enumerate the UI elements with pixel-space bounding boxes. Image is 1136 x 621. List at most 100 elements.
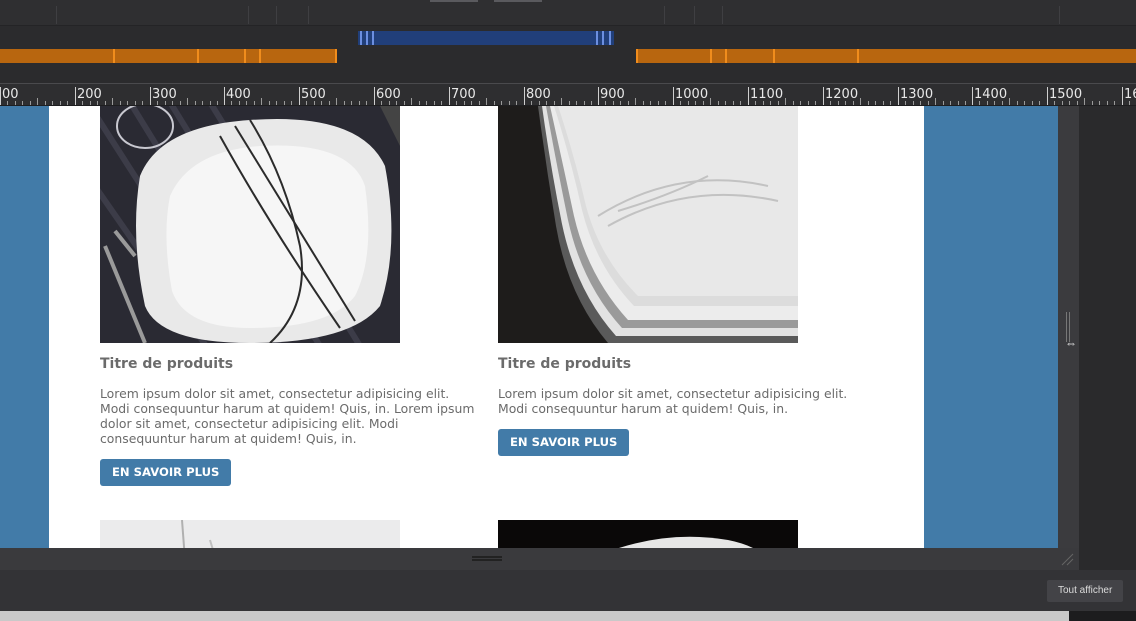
- ruler-minor-tick: [725, 101, 726, 105]
- corner-resize-icon[interactable]: [1060, 552, 1074, 566]
- breakpoint-bar: [0, 26, 1136, 83]
- ruler-minor-tick: [411, 98, 412, 105]
- breakpoint-marker[interactable]: [335, 49, 337, 63]
- top-tab-marker[interactable]: [494, 0, 542, 2]
- ruler-minor-tick: [815, 101, 816, 105]
- show-all-button[interactable]: Tout afficher: [1047, 580, 1124, 602]
- ruler-minor-tick: [195, 101, 196, 105]
- product-card: Titre de produits Lorem ipsum dolor sit …: [498, 106, 874, 456]
- ruler-minor-tick: [920, 101, 921, 105]
- ruler-minor-tick: [404, 101, 405, 105]
- ruler-minor-tick: [943, 101, 944, 105]
- ruler-label: 800: [526, 87, 551, 102]
- drag-grip-icon[interactable]: [472, 556, 502, 561]
- page-preview: Titre de produits Lorem ipsum dolor sit …: [49, 106, 924, 548]
- ruler-minor-tick: [45, 101, 46, 105]
- ruler-major-tick: [299, 87, 300, 105]
- horizontal-ruler[interactable]: 00 200 300 400 500 600 700 800 900 1000 1100 1200 13…: [0, 83, 1136, 106]
- ruler-minor-tick: [658, 101, 659, 105]
- ruler-minor-tick: [52, 101, 53, 105]
- ruler-minor-tick: [202, 101, 203, 105]
- ruler-minor-tick: [1017, 101, 1018, 105]
- ruler-minor-tick: [187, 98, 188, 105]
- ruler-major-tick: [524, 87, 525, 105]
- footer-strip-dark: [1069, 611, 1136, 621]
- ruler-minor-tick: [1024, 101, 1025, 105]
- ruler-minor-tick: [97, 101, 98, 105]
- breakpoint-marker[interactable]: [725, 49, 727, 63]
- ruler-minor-tick: [703, 101, 704, 105]
- ruler-minor-tick: [112, 98, 113, 105]
- ruler-minor-tick: [643, 101, 644, 105]
- ruler-minor-tick: [1077, 101, 1078, 105]
- product-description: Lorem ipsum dolor sit amet, consectetur …: [498, 386, 848, 416]
- ruler-minor-tick: [479, 101, 480, 105]
- ruler-minor-tick: [710, 98, 711, 105]
- ruler-minor-tick: [569, 101, 570, 105]
- ruler-label: 1100: [750, 87, 784, 102]
- breakpoint-marker[interactable]: [773, 49, 775, 63]
- breakpoint-marker[interactable]: [636, 49, 638, 63]
- learn-more-button[interactable]: EN SAVOIR PLUS: [498, 429, 630, 456]
- ruler-label: 900: [600, 87, 625, 102]
- design-canvas: Titre de produits Lorem ipsum dolor sit …: [0, 106, 1058, 548]
- ruler-minor-tick: [276, 101, 277, 105]
- ruler-minor-tick: [845, 101, 846, 105]
- ruler-minor-tick: [613, 101, 614, 105]
- ruler-minor-tick: [15, 101, 16, 105]
- ruler-minor-tick: [950, 101, 951, 105]
- ruler-major-tick: [224, 87, 225, 105]
- ruler-minor-tick: [740, 101, 741, 105]
- ruler-minor-tick: [351, 101, 352, 105]
- ruler-major-tick: [972, 87, 973, 105]
- ruler-minor-tick: [471, 101, 472, 105]
- ruler-minor-tick: [778, 101, 779, 105]
- breakpoint-marker[interactable]: [113, 49, 115, 63]
- breakpoint-marker[interactable]: [244, 49, 246, 63]
- ruler-minor-tick: [306, 101, 307, 105]
- ruler-minor-tick: [217, 101, 218, 105]
- top-tab-marker[interactable]: [430, 0, 478, 2]
- breakpoint-marker[interactable]: [857, 49, 859, 63]
- learn-more-button[interactable]: EN SAVOIR PLUS: [100, 459, 232, 486]
- ruler-minor-tick: [905, 101, 906, 105]
- ruler-minor-tick: [60, 101, 61, 105]
- bottom-panel: Tout afficher: [0, 570, 1136, 611]
- ruler-minor-tick: [359, 101, 360, 105]
- ruler-major-tick: [673, 87, 674, 105]
- breakpoint-marker[interactable]: [710, 49, 712, 63]
- ruler-minor-tick: [1099, 101, 1100, 105]
- ruler-minor-tick: [1092, 101, 1093, 105]
- ruler-minor-tick: [1039, 101, 1040, 105]
- ruler-major-tick: [1047, 87, 1048, 105]
- ruler-minor-tick: [314, 101, 315, 105]
- ruler-minor-tick: [1114, 101, 1115, 105]
- ruler-minor-tick: [396, 101, 397, 105]
- product-image-plate-striped: [100, 106, 400, 343]
- ruler-minor-tick: [688, 101, 689, 105]
- ruler-major-tick: [898, 87, 899, 105]
- ruler-minor-tick: [321, 101, 322, 105]
- ruler-major-tick: [748, 87, 749, 105]
- ruler-minor-tick: [419, 101, 420, 105]
- ruler-minor-tick: [1054, 101, 1055, 105]
- ruler-minor-tick: [554, 101, 555, 105]
- ruler-minor-tick: [561, 98, 562, 105]
- breakpoint-range-left[interactable]: [0, 49, 337, 63]
- ruler-minor-tick: [935, 98, 936, 105]
- ruler-minor-tick: [344, 101, 345, 105]
- ruler-minor-tick: [650, 101, 651, 105]
- ruler-minor-tick: [426, 101, 427, 105]
- ruler-label: 1200: [825, 87, 859, 102]
- breakpoint-marker[interactable]: [197, 49, 199, 63]
- ruler-minor-tick: [1129, 101, 1130, 105]
- ruler-minor-tick: [883, 101, 884, 105]
- ruler-major-tick: [449, 87, 450, 105]
- ruler-minor-tick: [680, 101, 681, 105]
- breakpoint-range-right[interactable]: [636, 49, 1136, 63]
- breakpoint-marker[interactable]: [259, 49, 261, 63]
- ruler-minor-tick: [486, 98, 487, 105]
- breakpoint-range-active[interactable]: [358, 31, 614, 45]
- ruler-minor-tick: [531, 101, 532, 105]
- ruler-minor-tick: [770, 101, 771, 105]
